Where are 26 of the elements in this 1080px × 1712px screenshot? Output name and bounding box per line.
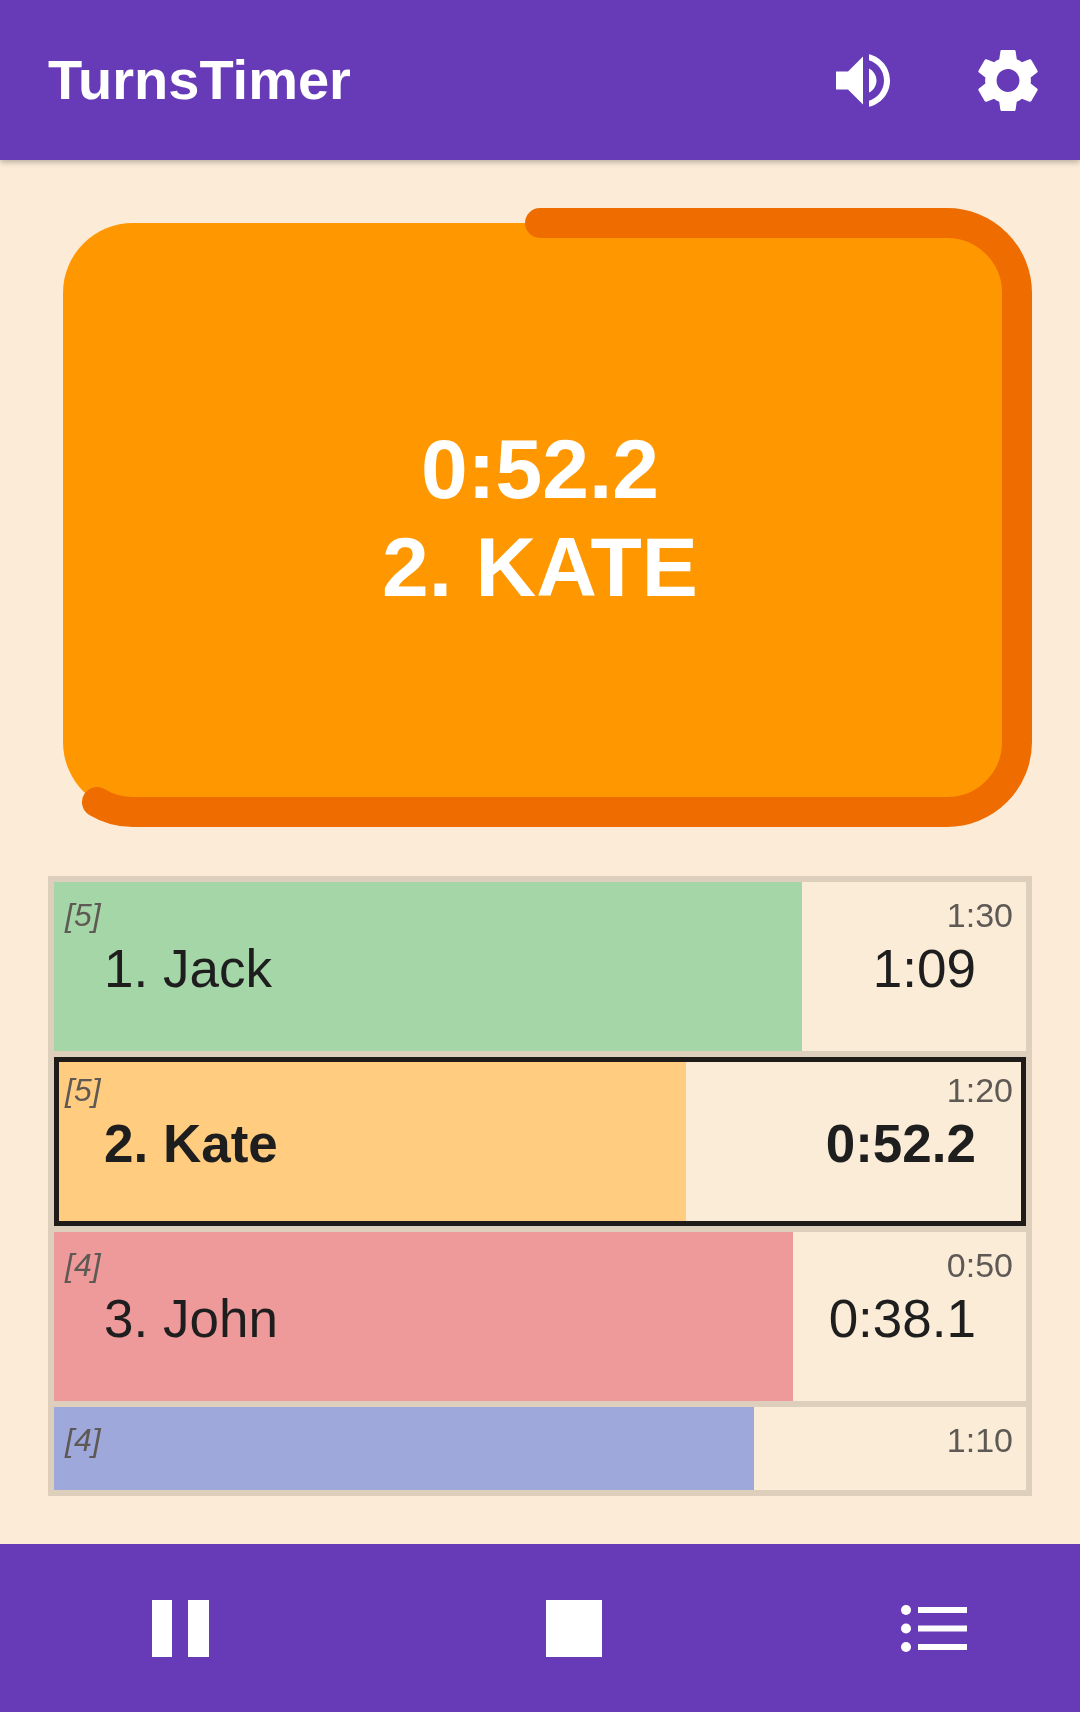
current-player-name: 2. KATE [382,519,698,616]
turn-tag: [5] [65,1072,101,1108]
time-limit: 0:50 [946,1247,1013,1283]
player-row[interactable]: [4] 1:10 [54,1407,1026,1490]
player-name: 1. Jack [104,939,272,999]
time-limit: 1:30 [946,897,1013,933]
player-row[interactable]: [5] 1. Jack 1:30 1:09 [54,882,1026,1051]
player-time: 0:52.2 [825,1114,976,1174]
player-time: 1:09 [872,939,976,999]
pause-icon [151,1599,209,1657]
turn-tag: [4] [65,1422,101,1458]
time-limit: 1:10 [946,1422,1013,1458]
player-row[interactable]: [5] 2. Kate 1:20 0:52.2 [54,1057,1026,1226]
timer-time: 0:52.2 [420,421,660,518]
list-icon [901,1604,967,1652]
time-limit: 1:20 [946,1072,1013,1108]
stop-icon [546,1599,602,1657]
turn-tag: [4] [65,1247,101,1283]
speaker-icon [836,53,890,107]
player-name: 3. John [104,1289,278,1349]
player-time: 0:38.1 [828,1289,976,1349]
player-row[interactable]: [4] 3. John 0:50 0:38.1 [54,1232,1026,1401]
settings-icon [978,49,1038,111]
app-title: TurnsTimer [48,48,351,112]
player-name: 2. Kate [104,1114,278,1174]
turn-tag: [5] [65,897,101,933]
